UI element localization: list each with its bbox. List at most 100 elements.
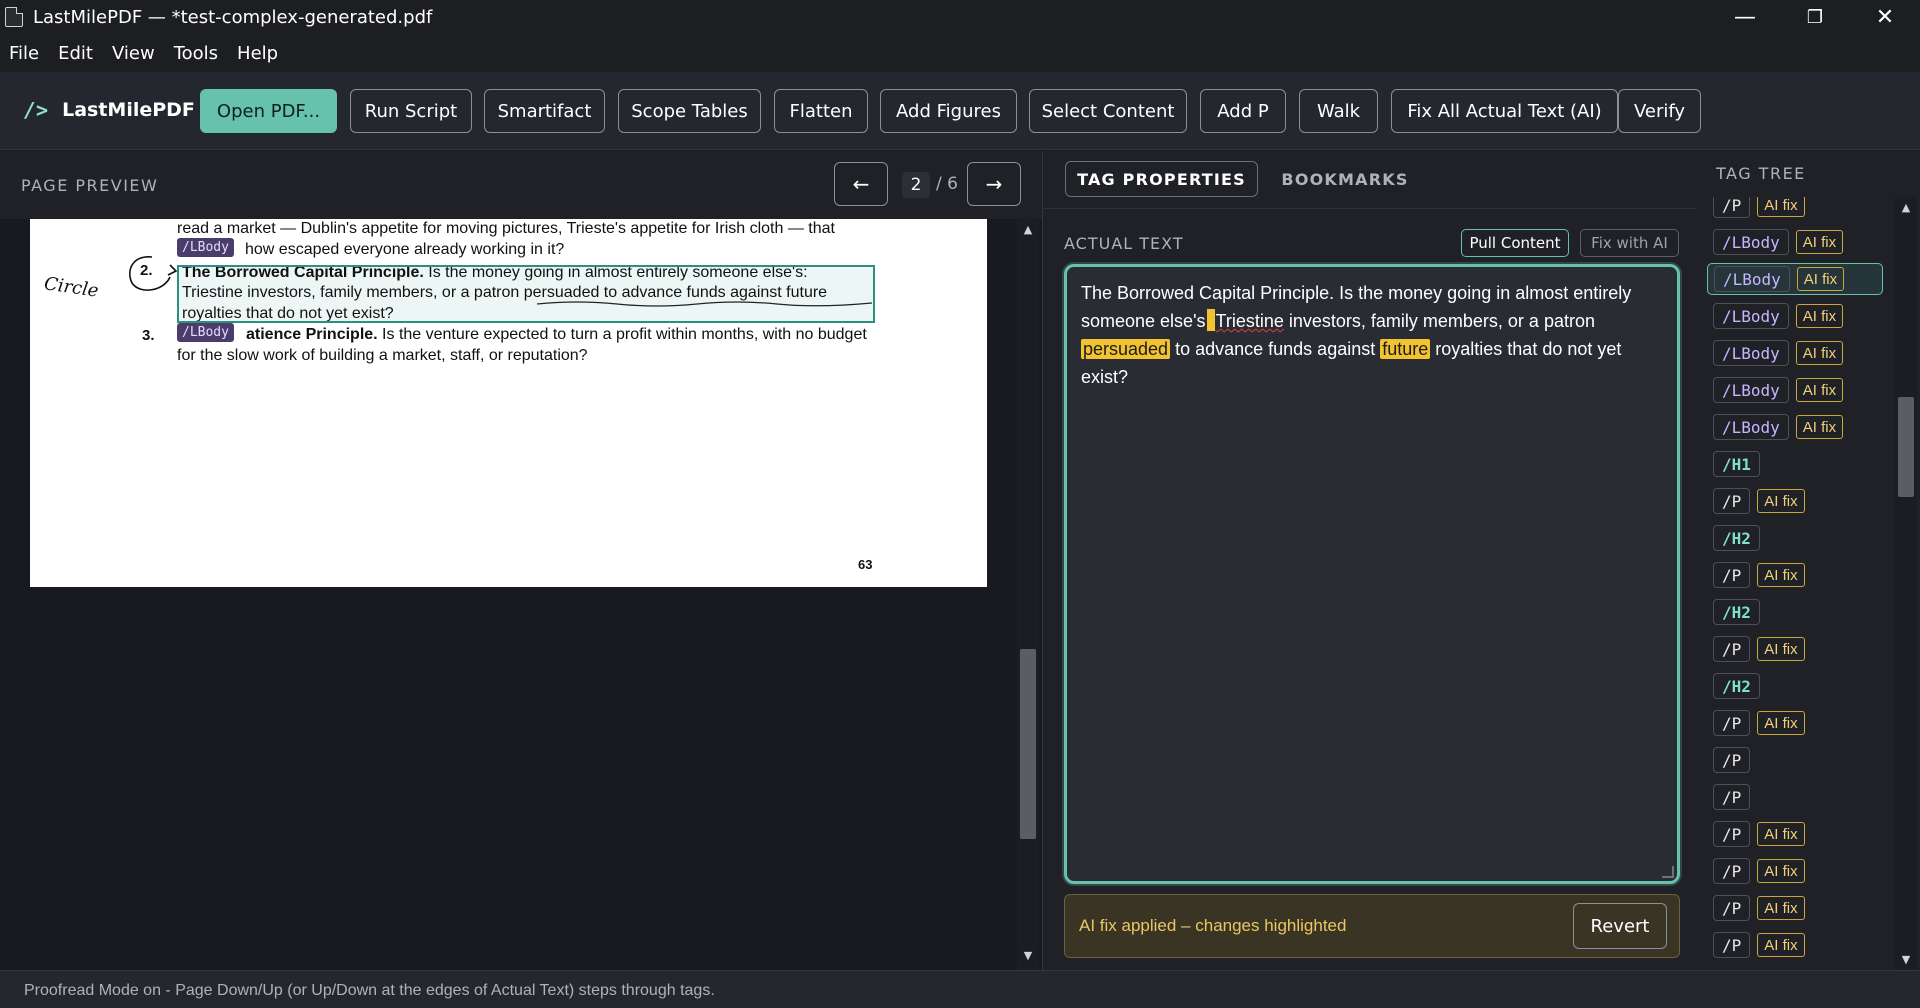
- list-number: 3.: [142, 327, 155, 344]
- ai-fix-badge[interactable]: AI fix: [1795, 341, 1844, 365]
- tag-tree-row[interactable]: /P AI fix: [1707, 929, 1883, 961]
- ai-fix-badge[interactable]: AI fix: [1757, 933, 1805, 957]
- add-p-button[interactable]: Add P: [1200, 89, 1286, 133]
- scope-tables-button[interactable]: Scope Tables: [618, 89, 761, 133]
- tag-type-label: /H1: [1713, 451, 1760, 477]
- tag-tree-row[interactable]: /P AI fix: [1707, 855, 1883, 887]
- minimize-button[interactable]: —: [1710, 0, 1780, 34]
- menu-tools[interactable]: Tools: [174, 43, 218, 64]
- scroll-up-icon[interactable]: ▲: [1017, 219, 1039, 239]
- fix-with-ai-button[interactable]: Fix with AI: [1580, 229, 1679, 257]
- ai-fix-badge[interactable]: AI fix: [1757, 822, 1805, 846]
- tag-tree-row[interactable]: /LBody AI fix: [1707, 374, 1883, 406]
- scroll-down-icon[interactable]: ▼: [1017, 945, 1039, 965]
- maximize-button[interactable]: ❐: [1780, 0, 1850, 34]
- selected-tag-region[interactable]: The Borrowed Capital Principle. Is the m…: [177, 265, 875, 323]
- ai-fix-badge[interactable]: AI fix: [1795, 415, 1844, 439]
- preview-header: PAGE PREVIEW ← 2 / 6 →: [0, 151, 1042, 219]
- tag-tree-row[interactable]: /P AI fix: [1707, 818, 1883, 850]
- pull-content-button[interactable]: Pull Content: [1461, 229, 1569, 257]
- brand: /> LastMilePDF: [24, 98, 195, 122]
- ai-fix-badge[interactable]: AI fix: [1795, 378, 1844, 402]
- tag-tree-row[interactable]: /P: [1707, 781, 1883, 813]
- pdf-bold-text: The Borrowed Capital Principle.: [182, 265, 424, 281]
- tag-tree-row[interactable]: /H1: [1707, 448, 1883, 480]
- tag-type-label: /H2: [1713, 673, 1760, 699]
- tag-tree-row[interactable]: /H2: [1707, 670, 1883, 702]
- tag-tree-row[interactable]: /P AI fix: [1707, 197, 1883, 221]
- pdf-text-line: read a market — Dublin's appetite for mo…: [177, 220, 835, 237]
- close-button[interactable]: ✕: [1850, 0, 1920, 34]
- revert-button[interactable]: Revert: [1573, 903, 1667, 949]
- change-marker: [1206, 309, 1215, 331]
- tag-tree-row[interactable]: /P AI fix: [1707, 633, 1883, 665]
- scroll-up-icon[interactable]: ▲: [1895, 197, 1917, 217]
- ai-fix-badge[interactable]: AI fix: [1795, 304, 1844, 328]
- resize-grip-icon[interactable]: [1662, 866, 1674, 878]
- verify-button[interactable]: Verify: [1618, 89, 1701, 133]
- fix-all-actual-text-button[interactable]: Fix All Actual Text (AI): [1391, 89, 1618, 133]
- tag-tree-list[interactable]: /P AI fix/LBody AI fix/LBody AI fix/LBody AI…: [1695, 197, 1895, 970]
- menu-edit[interactable]: Edit: [58, 43, 93, 64]
- tag-chip-lbody[interactable]: /LBody: [177, 238, 234, 257]
- run-script-button[interactable]: Run Script: [350, 89, 472, 133]
- pdf-text-line: Is the venture expected to turn a profit…: [377, 326, 867, 343]
- ai-fix-badge[interactable]: AI fix: [1757, 563, 1805, 587]
- menu-file[interactable]: File: [9, 43, 39, 64]
- tag-type-label: /P: [1713, 747, 1751, 773]
- tag-type-label: /P: [1713, 488, 1751, 514]
- pdf-text-line: royalties that do not yet exist?: [182, 305, 394, 322]
- select-content-button[interactable]: Select Content: [1029, 89, 1187, 133]
- walk-button[interactable]: Walk: [1299, 89, 1378, 133]
- scroll-thumb[interactable]: [1898, 397, 1914, 497]
- toolbar: /> LastMilePDF Open PDF... Run Script Sm…: [0, 72, 1920, 150]
- ai-fix-badge[interactable]: AI fix: [1757, 711, 1805, 735]
- list-number: 2.: [140, 262, 153, 279]
- next-page-button[interactable]: →: [967, 162, 1021, 206]
- prev-page-button[interactable]: ←: [834, 162, 888, 206]
- actual-text-editor[interactable]: The Borrowed Capital Principle. Is the m…: [1064, 264, 1680, 884]
- tag-type-label: /LBody: [1714, 266, 1790, 292]
- ai-fix-badge[interactable]: AI fix: [1757, 489, 1805, 513]
- tag-tree-row[interactable]: /LBody AI fix: [1707, 337, 1883, 369]
- smartifact-button[interactable]: Smartifact: [484, 89, 605, 133]
- tag-type-label: /LBody: [1713, 414, 1789, 440]
- add-figures-button[interactable]: Add Figures: [880, 89, 1017, 133]
- tag-tree-row[interactable]: /P AI fix: [1707, 892, 1883, 924]
- tag-tree-row[interactable]: /LBody AI fix: [1707, 263, 1883, 295]
- ai-fix-badge[interactable]: AI fix: [1757, 859, 1805, 883]
- tab-tag-properties[interactable]: TAG PROPERTIES: [1065, 161, 1258, 197]
- tag-tree-row[interactable]: /P AI fix: [1707, 485, 1883, 517]
- tag-tree-row[interactable]: /P: [1707, 744, 1883, 776]
- tag-tree-label: TAG TREE: [1716, 164, 1806, 183]
- ai-fix-badge[interactable]: AI fix: [1795, 230, 1844, 254]
- tag-tree-row[interactable]: /H2: [1707, 596, 1883, 628]
- open-pdf-button[interactable]: Open PDF...: [200, 89, 337, 133]
- tag-type-label: /LBody: [1713, 340, 1789, 366]
- flatten-button[interactable]: Flatten: [774, 89, 868, 133]
- tag-chip-lbody[interactable]: /LBody: [177, 323, 234, 342]
- tag-tree-row[interactable]: /LBody AI fix: [1707, 411, 1883, 443]
- ai-fix-badge[interactable]: AI fix: [1757, 896, 1805, 920]
- page-number-input[interactable]: 2: [902, 172, 930, 198]
- preview-scrollbar[interactable]: ▲ ▼: [1017, 219, 1039, 970]
- tree-scrollbar[interactable]: ▲ ▼: [1895, 197, 1917, 970]
- ai-fix-badge[interactable]: AI fix: [1757, 637, 1805, 661]
- tag-type-label: /P: [1713, 636, 1751, 662]
- pdf-page[interactable]: read a market — Dublin's appetite for mo…: [30, 219, 987, 587]
- ai-fix-badge[interactable]: AI fix: [1757, 197, 1805, 217]
- menu-help[interactable]: Help: [237, 43, 278, 64]
- tag-type-label: /P: [1713, 710, 1751, 736]
- tag-tree-row[interactable]: /H2: [1707, 522, 1883, 554]
- tag-tree-row[interactable]: /LBody AI fix: [1707, 300, 1883, 332]
- tag-type-label: /P: [1713, 858, 1751, 884]
- scroll-down-icon[interactable]: ▼: [1895, 949, 1917, 969]
- tag-tree-row[interactable]: /P AI fix: [1707, 707, 1883, 739]
- tag-tree-row[interactable]: /LBody AI fix: [1707, 226, 1883, 258]
- menu-view[interactable]: View: [112, 43, 155, 64]
- tag-tree-row[interactable]: /P AI fix: [1707, 559, 1883, 591]
- actual-text-label: ACTUAL TEXT: [1064, 234, 1184, 253]
- scroll-thumb[interactable]: [1020, 649, 1036, 839]
- tab-bookmarks[interactable]: BOOKMARKS: [1255, 161, 1435, 197]
- ai-fix-badge[interactable]: AI fix: [1796, 267, 1845, 291]
